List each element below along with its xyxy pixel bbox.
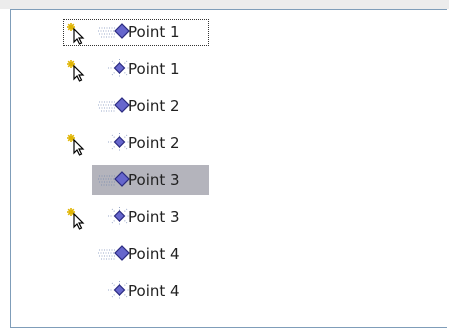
item-label: Point 1: [128, 60, 180, 78]
item-label: Point 3: [128, 171, 180, 189]
fly-in-diamond-icon: [98, 244, 132, 264]
animation-item-4[interactable]: Point 2: [11, 127, 311, 157]
emphasis-diamond-icon: [98, 133, 132, 153]
animation-item-2[interactable]: Point 1: [11, 53, 311, 83]
fly-in-diamond-icon: [98, 22, 132, 42]
animation-item-5[interactable]: Point 3: [11, 164, 311, 195]
click-trigger-icon: [67, 59, 89, 82]
click-trigger-icon: [67, 133, 89, 156]
item-label: Point 2: [128, 134, 180, 152]
fly-in-diamond-icon: [98, 170, 132, 190]
fly-in-diamond-icon: [98, 96, 132, 116]
item-label: Point 1: [128, 23, 180, 41]
click-trigger-icon: [67, 207, 89, 230]
animation-item-1[interactable]: Point 1: [11, 16, 311, 46]
item-label: Point 4: [128, 245, 180, 263]
emphasis-diamond-icon: [98, 207, 132, 227]
animation-pane-list[interactable]: Point 1 Point 1 Point 2 Point 2 Point 3 …: [10, 9, 447, 328]
animation-item-8[interactable]: Point 4: [11, 275, 311, 305]
emphasis-diamond-icon: [98, 59, 132, 79]
item-label: Point 3: [128, 208, 180, 226]
item-label: Point 2: [128, 97, 180, 115]
animation-item-6[interactable]: Point 3: [11, 201, 311, 231]
item-label: Point 4: [128, 282, 180, 300]
animation-item-3[interactable]: Point 2: [11, 90, 311, 120]
animation-item-7[interactable]: Point 4: [11, 238, 311, 268]
click-trigger-icon: [67, 22, 89, 45]
emphasis-diamond-icon: [98, 281, 132, 301]
window-chrome: [0, 0, 449, 9]
